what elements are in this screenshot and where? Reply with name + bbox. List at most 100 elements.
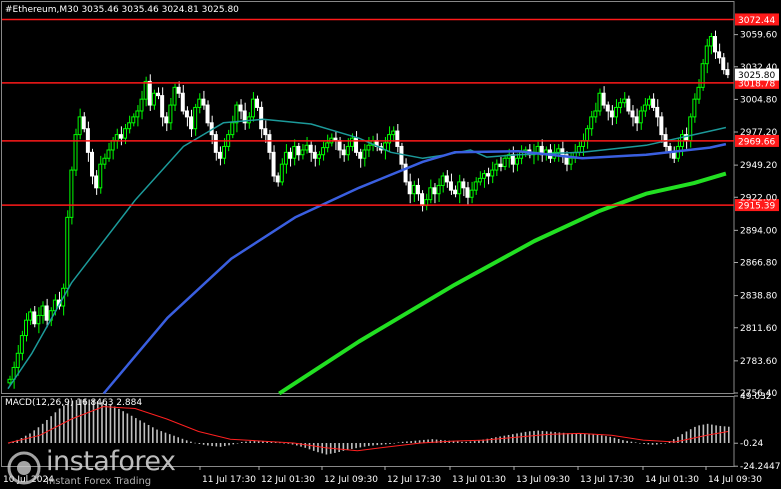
macd-histogram-bar (249, 441, 252, 443)
candle-body (618, 102, 623, 108)
macd-histogram-bar (702, 424, 705, 443)
candle-body (395, 130, 400, 147)
price-chart[interactable]: 3072.443018.782969.662915.393025.80 3059… (0, 0, 781, 489)
candle-body (156, 92, 161, 97)
x-tick-label: 14 Jul 01:30 (645, 475, 699, 485)
macd-histogram-bar (596, 434, 599, 443)
candle-body (671, 151, 676, 159)
candle-body (176, 86, 181, 94)
macd-histogram-bar (384, 442, 387, 445)
macd-histogram-bar (495, 437, 497, 443)
candle-body (556, 148, 561, 153)
macd-histogram-bar (728, 426, 730, 443)
macd-histogram-bar (520, 432, 523, 443)
macd-histogram-bar (240, 442, 243, 443)
candle-body (601, 92, 606, 106)
macd-histogram-bar (681, 434, 684, 443)
candle-body (40, 305, 45, 316)
candle-body (613, 106, 618, 118)
macd-histogram-bar (490, 438, 493, 443)
y-tick-label: 2783.60 (740, 357, 777, 367)
candle-body (345, 145, 350, 156)
candle-body (65, 216, 70, 289)
candle-body (114, 134, 119, 142)
macd-histogram-bar (571, 433, 573, 443)
x-tick-label: 13 Jul 01:30 (452, 475, 506, 485)
y-tick-label: 3032.40 (740, 63, 777, 73)
macd-histogram-bar (706, 423, 709, 443)
macd-histogram-bar (363, 442, 366, 447)
candle-body (312, 151, 317, 159)
candle-body (696, 86, 701, 100)
candle-body (275, 175, 280, 183)
macd-histogram-bar (541, 430, 544, 443)
watermark-name: instaforex (46, 446, 176, 477)
macd-histogram-bar (550, 431, 552, 443)
macd-histogram-bar (105, 403, 108, 443)
candle-body (415, 184, 420, 195)
candle-body (325, 142, 330, 149)
macd-histogram-bar (202, 442, 205, 445)
candle-body (15, 352, 20, 368)
candle-body (597, 92, 602, 112)
candle-body (172, 86, 177, 106)
macd-histogram-bar (719, 425, 722, 443)
candle-body (453, 189, 458, 195)
candle-body (692, 98, 697, 118)
macd-histogram-bar (516, 433, 518, 443)
candle-body (712, 36, 717, 53)
macd-histogram-bar (304, 442, 307, 448)
candle-body (123, 128, 128, 139)
macd-histogram-bar (207, 442, 209, 446)
candle-body (193, 106, 198, 130)
candle-body (81, 116, 86, 130)
candle-body (440, 175, 445, 186)
candle-body (135, 110, 140, 118)
candle-body (399, 145, 404, 165)
macd-histogram-bar (575, 433, 578, 443)
candle-body (358, 151, 363, 159)
macd-histogram-bar (236, 442, 239, 444)
candle-body (164, 116, 169, 124)
candle-body (28, 311, 33, 321)
macd-histogram-bar (317, 442, 319, 453)
macd-histogram-bar (63, 405, 65, 443)
candle-body (36, 314, 41, 325)
x-tick-label: 12 Jul 09:30 (324, 475, 378, 485)
instaforex-logo-icon (7, 451, 41, 485)
candle-body (69, 169, 74, 218)
candle-body (321, 147, 326, 156)
macd-histogram-bar (147, 424, 150, 443)
candle-body (131, 116, 136, 124)
candle-body (568, 157, 573, 165)
macd-histogram-bar (613, 437, 616, 443)
macd-histogram-bar (584, 433, 586, 443)
y-tick-label: 2894.00 (740, 226, 777, 236)
ma-line-ma_slow (278, 171, 727, 396)
candle-body (44, 305, 49, 321)
candle-body (90, 151, 95, 177)
chart-header: #Ethereum,M30 3035.46 3035.46 3024.81 30… (5, 5, 239, 15)
candle-body (362, 149, 367, 159)
macd-histogram-bar (588, 434, 590, 443)
macd-histogram-bar (617, 438, 620, 443)
candle-body (642, 104, 647, 112)
candle-body (609, 110, 614, 118)
candle-body (444, 175, 449, 183)
macd-histogram-bar (685, 431, 688, 443)
macd-histogram-bar (20, 438, 23, 443)
macd-histogram-bar (677, 436, 679, 443)
y-tick-label: 2977.20 (740, 128, 777, 138)
macd-label: MACD(12,26,9) 16.8463 2.884 (5, 398, 142, 408)
candle-body (469, 189, 474, 198)
watermark-tagline: Instant Forex Trading (46, 476, 152, 487)
macd-histogram-bar (194, 442, 196, 444)
macd-histogram-bar (609, 436, 612, 443)
macd-histogram-bar (160, 431, 163, 443)
y-tick-label: 2811.60 (740, 324, 777, 334)
x-tick-label: 12 Jul 01:30 (261, 475, 315, 485)
macd-histogram-bar (622, 440, 624, 443)
macd-y-tick-label: 49.032 (740, 392, 772, 402)
candle-body (73, 134, 78, 171)
macd-y-tick-label: -0.24 (740, 439, 764, 449)
